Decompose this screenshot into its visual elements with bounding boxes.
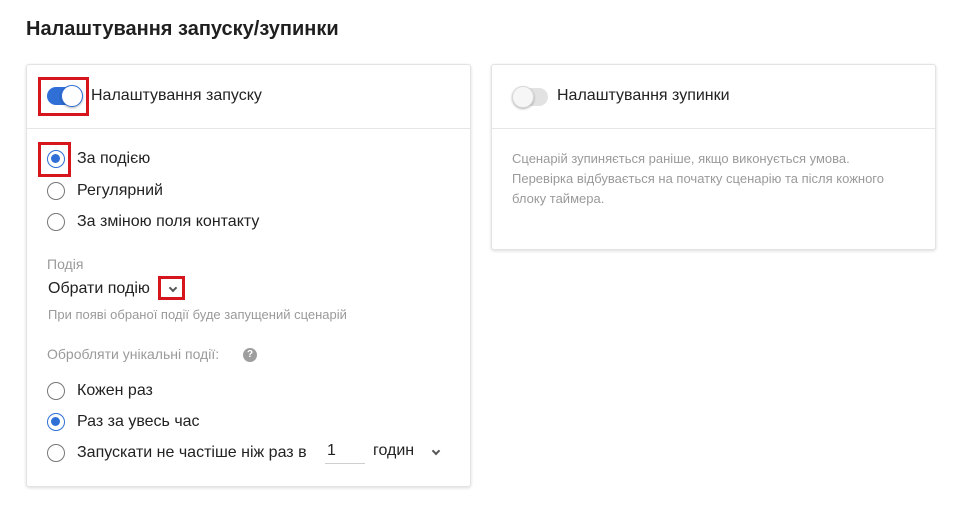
unique-option-once[interactable]: Раз за увесь час bbox=[47, 411, 200, 433]
radio-label: Раз за увесь час bbox=[77, 413, 200, 430]
interval-unit-select[interactable]: годин bbox=[373, 442, 414, 460]
event-select[interactable]: Обрати подію bbox=[48, 280, 150, 298]
launch-settings-card: Налаштування запуску За подією Регулярни… bbox=[26, 64, 471, 487]
unique-events-caption: Обробляти унікальні події: bbox=[47, 346, 220, 362]
highlight-box bbox=[38, 77, 89, 116]
radio-label: Кожен раз bbox=[77, 382, 153, 399]
unique-option-interval[interactable]: Запускати не частіше ніж раз в bbox=[47, 442, 307, 464]
stop-toggle[interactable] bbox=[512, 86, 548, 108]
radio-label: Регулярний bbox=[77, 182, 163, 199]
interval-input[interactable] bbox=[325, 438, 365, 464]
radio-label: За подією bbox=[77, 150, 151, 167]
highlight-box bbox=[158, 276, 185, 300]
help-icon[interactable]: ? bbox=[243, 348, 257, 362]
stop-settings-header: Налаштування зупинки bbox=[492, 65, 935, 129]
radio-label: За зміною поля контакту bbox=[77, 213, 260, 230]
event-hint: При появі обраної події буде запущений с… bbox=[48, 307, 347, 322]
toggle-knob bbox=[512, 86, 534, 108]
highlight-box bbox=[38, 142, 71, 177]
radio-button[interactable] bbox=[47, 444, 65, 462]
radio-button[interactable] bbox=[47, 382, 65, 400]
event-caption: Подія bbox=[47, 256, 84, 272]
radio-button[interactable] bbox=[47, 413, 65, 431]
chevron-down-icon bbox=[431, 446, 441, 456]
trigger-option-regular[interactable]: Регулярний bbox=[47, 180, 163, 202]
launch-settings-label: Налаштування запуску bbox=[91, 87, 262, 104]
radio-label: Запускати не частіше ніж раз в bbox=[77, 444, 307, 461]
launch-settings-header: Налаштування запуску bbox=[27, 65, 470, 129]
radio-button[interactable] bbox=[47, 213, 65, 231]
unique-option-every-time[interactable]: Кожен раз bbox=[47, 380, 153, 402]
stop-settings-card: Налаштування зупинки Сценарій зупиняєтьс… bbox=[491, 64, 936, 250]
stop-settings-label: Налаштування зупинки bbox=[557, 87, 730, 104]
interval-unit-dropdown[interactable] bbox=[429, 444, 443, 458]
stop-description: Сценарій зупиняється раніше, якщо викону… bbox=[512, 151, 884, 206]
page-title: Налаштування запуску/зупинки bbox=[26, 18, 339, 40]
trigger-option-contact-field[interactable]: За зміною поля контакту bbox=[47, 211, 259, 233]
radio-button[interactable] bbox=[47, 182, 65, 200]
